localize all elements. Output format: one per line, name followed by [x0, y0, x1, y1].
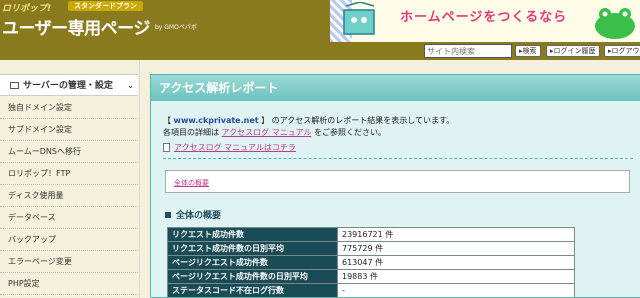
- brand-by: by GMOペパボ: [155, 24, 197, 31]
- section-title: 全体の概要: [165, 208, 221, 221]
- intro-line-2: 各項目の詳細は アクセスログ マニュアル をご参照ください。: [163, 127, 454, 139]
- divider: [163, 158, 633, 159]
- sidebar-item-subdomain[interactable]: サブドメイン設定: [0, 119, 138, 141]
- banner-illustration-icon: [343, 2, 375, 35]
- table-row: リクエスト成功件数 23916721 件: [167, 227, 575, 242]
- sidebar-section-label: サーバーの管理・設定: [23, 81, 113, 91]
- document-icon: [163, 143, 170, 152]
- stat-value: 23916721 件: [337, 227, 575, 242]
- sidebar-item-custom-domain[interactable]: 独自ドメイン設定: [0, 97, 138, 119]
- sidebar-item-backup[interactable]: バックアップ: [0, 229, 138, 251]
- sidebar-item-error-page[interactable]: エラーページ変更: [0, 251, 138, 273]
- sidebar: サーバーの管理・設定 ⌄ 独自ドメイン設定 サブドメイン設定 ムームーDNSへ移…: [0, 60, 140, 298]
- page-title: アクセス解析レポート: [151, 75, 640, 101]
- stat-value: 775729 件: [337, 241, 575, 256]
- intro-line-1: 【 www.ckprivate.net 】 のアクセス解析のレポート結果を表示し…: [163, 115, 454, 127]
- table-row: リクエスト成功件数の日別平均 775729 件: [167, 241, 575, 256]
- stat-label: リクエスト成功件数の日別平均: [167, 241, 338, 256]
- sidebar-item-php-settings[interactable]: PHP設定: [0, 273, 138, 295]
- table-row: ページリクエスト成功件数の日別平均 19883 件: [167, 269, 575, 284]
- banner-text: ホームページをつくるなら: [400, 10, 568, 25]
- sidebar-item-ftp[interactable]: ロリポップ！FTP: [0, 163, 138, 185]
- logout-button[interactable]: ▸ログアウ: [604, 45, 640, 57]
- stat-label: ページリクエスト成功件数の日別平均: [167, 269, 338, 284]
- stat-value: -: [337, 283, 575, 297]
- toc-box: 全体の概要: [165, 170, 630, 193]
- login-history-button[interactable]: ▸ログイン履歴: [546, 45, 600, 57]
- section-title-text: 全体の概要: [176, 211, 222, 221]
- site-logo[interactable]: ロリポップ! スタンダードプラン ユーザー専用ページ by GMOペパボ: [0, 0, 330, 42]
- stat-label: リクエスト成功件数: [167, 227, 338, 242]
- intro-prefix: 【: [163, 116, 174, 125]
- manual-link-row: アクセスログ マニュアルはコチラ: [163, 142, 296, 153]
- intro-text: 【 www.ckprivate.net 】 のアクセス解析のレポート結果を表示し…: [163, 115, 454, 139]
- stats-table: リクエスト成功件数 23916721 件 リクエスト成功件数の日別平均 775729…: [167, 227, 575, 297]
- login-history-label: ログイン履歴: [553, 47, 596, 55]
- search-button-label: 検索: [522, 47, 537, 55]
- table-row: ページリクエスト成功件数 613047 件: [167, 255, 575, 270]
- stat-value: 613047 件: [337, 255, 575, 270]
- brand-lolipop: ロリポップ!: [2, 4, 52, 14]
- table-row: ステータスコード不在ログ行数 -: [167, 283, 575, 297]
- stat-label: ページリクエスト成功件数: [167, 255, 338, 270]
- search-button[interactable]: ▸検索: [515, 45, 541, 57]
- access-log-manual-link[interactable]: アクセスログ マニュアルはコチラ: [174, 143, 296, 152]
- stat-label: ステータスコード不在ログ行数: [167, 283, 338, 297]
- domain-name: www.ckprivate.net: [173, 116, 259, 125]
- sidebar-item-muumuu-dns[interactable]: ムームーDNSへ移行: [0, 141, 138, 163]
- plan-badge: スタンダードプラン: [68, 1, 143, 11]
- intro-mid: 】 のアクセス解析のレポート結果を表示しています。: [258, 116, 455, 125]
- chevron-down-icon: ⌄: [127, 81, 134, 90]
- logout-label: ログアウ: [611, 47, 640, 55]
- brand-title: ユーザー専用ページ: [2, 19, 150, 39]
- square-bullet-icon: [165, 212, 171, 218]
- stat-value: 19883 件: [337, 269, 575, 284]
- site-search-input[interactable]: [424, 44, 512, 58]
- sidebar-item-disk-usage[interactable]: ディスク使用量: [0, 185, 138, 207]
- intro-line2-post: をご参照ください。: [314, 128, 386, 137]
- sidebar-item-database[interactable]: データベース: [0, 207, 138, 229]
- main-panel: アクセス解析レポート 【 www.ckprivate.net 】 のアクセス解析…: [150, 74, 640, 298]
- banner-mascot-icon: [595, 8, 635, 39]
- toc-link-overview[interactable]: 全体の概要: [174, 178, 209, 188]
- intro-line2-pre: 各項目の詳細は: [163, 128, 219, 137]
- access-log-manual-inline-link[interactable]: アクセスログ マニュアル: [222, 128, 312, 137]
- header: ロリポップ! スタンダードプラン ユーザー専用ページ by GMOペパボ ホーム…: [0, 0, 640, 42]
- server-icon: [10, 82, 19, 89]
- toolbar: ▸検索 ▸ログイン履歴 ▸ログアウ: [0, 42, 640, 60]
- sidebar-section-server-settings[interactable]: サーバーの管理・設定 ⌄: [0, 74, 138, 96]
